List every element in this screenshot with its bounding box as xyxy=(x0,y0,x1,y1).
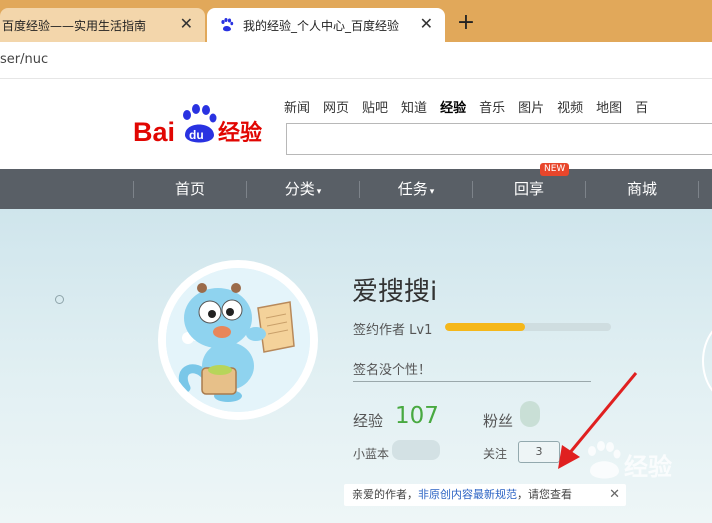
tab-my-jingyan[interactable]: 我的经验_个人中心_百度经验 ✕ xyxy=(207,8,445,42)
notice-prefix: 亲爱的作者， xyxy=(352,488,418,501)
fans-label: 粉丝 xyxy=(483,412,514,430)
exp-label: 经验 xyxy=(353,412,384,430)
topnav-item[interactable]: 地图 xyxy=(596,97,622,116)
baidu-jingyan-logo[interactable]: Bai du 经验 xyxy=(133,101,273,151)
nav-item-tasks[interactable]: 任务 ▾ xyxy=(360,169,472,209)
notice-link[interactable]: 非原创内容最新规范 xyxy=(418,488,517,501)
topnav-item[interactable]: 贴吧 xyxy=(362,97,388,116)
topnav-item[interactable]: 音乐 xyxy=(479,97,505,116)
svg-text:经验: 经验 xyxy=(218,120,262,146)
svg-text:经验: 经验 xyxy=(624,453,672,481)
topnav-item[interactable]: 视频 xyxy=(557,97,583,116)
topnav-item[interactable]: 百 xyxy=(635,97,648,116)
profile-panel: 爱搜搜i 签约作者 Lv1 签名没个性！ 经验 107 粉丝 小蓝本 关注 3 … xyxy=(0,209,712,523)
topnav-item[interactable]: 图片 xyxy=(518,97,544,116)
mascot-illustration xyxy=(166,268,310,412)
baidu-jingyan-watermark: 经验 xyxy=(588,441,672,481)
new-badge: NEW xyxy=(540,163,570,176)
nav-label: 商城 xyxy=(626,180,657,198)
follow-label: 关注 xyxy=(483,447,508,461)
avatar[interactable] xyxy=(158,260,318,420)
decor-arc xyxy=(702,319,712,403)
nav-label: 首页 xyxy=(174,180,205,198)
top-product-nav: 新闻 网页 贴吧 知道 经验 音乐 图片 视频 地图百 xyxy=(284,97,661,116)
close-tab-icon[interactable]: ✕ xyxy=(420,16,433,32)
tab-title: 我的经验_个人中心_百度经验 xyxy=(243,18,400,33)
author-level: 签约作者 Lv1 xyxy=(353,323,433,338)
browser-tab-strip: 百度经验——实用生活指南 ✕ 我的经验_个人中心_百度经验 ✕ + xyxy=(0,0,712,42)
search-input[interactable] xyxy=(286,123,712,155)
topnav-item[interactable]: 知道 xyxy=(401,97,427,116)
exp-value[interactable]: 107 xyxy=(395,403,439,429)
main-nav: 首页 分类 ▾ 任务 ▾ 回享 商城 xyxy=(0,169,712,209)
nav-item-category[interactable]: 分类 ▾ xyxy=(247,169,359,209)
address-text[interactable]: ser/nuc xyxy=(0,52,48,67)
topnav-item[interactable]: 经验 xyxy=(440,97,466,116)
svg-text:du: du xyxy=(189,128,204,142)
site-header: Bai du 经验 新闻 网页 贴吧 知道 经验 音乐 图片 视频 地图百 xyxy=(0,79,712,169)
level-progress-bar xyxy=(445,323,611,331)
new-tab-button[interactable]: + xyxy=(456,11,476,35)
tab-baidu-jingyan-home[interactable]: 百度经验——实用生活指南 ✕ xyxy=(0,8,205,42)
notice-suffix: ，请您查看 xyxy=(517,488,572,501)
nav-item-home[interactable]: 首页 xyxy=(134,169,246,209)
close-tab-icon[interactable]: ✕ xyxy=(180,16,193,32)
nav-divider xyxy=(698,181,699,198)
fans-value-redacted[interactable] xyxy=(520,401,540,427)
topnav-item[interactable]: 网页 xyxy=(323,97,349,116)
baidu-paw-icon xyxy=(221,18,234,32)
blue-book-label: 小蓝本 xyxy=(353,447,390,461)
level-progress-fill xyxy=(445,323,525,331)
address-bar[interactable]: ser/nuc xyxy=(0,42,712,79)
nav-label: 回享 xyxy=(513,180,544,198)
nav-item-mall[interactable]: 商城 xyxy=(586,169,698,209)
chevron-down-icon: ▾ xyxy=(429,187,435,197)
blue-book-value-redacted[interactable] xyxy=(392,440,440,460)
signature-text[interactable]: 签名没个性！ xyxy=(353,359,431,378)
username: 爱搜搜i xyxy=(352,277,438,307)
svg-text:Bai: Bai xyxy=(133,117,175,147)
nav-label: 分类 xyxy=(284,180,315,198)
decor-circle xyxy=(55,295,64,304)
avatar-image xyxy=(166,268,310,412)
chevron-down-icon: ▾ xyxy=(316,187,322,197)
topnav-item[interactable]: 新闻 xyxy=(284,97,310,116)
nav-label: 任务 xyxy=(397,180,428,198)
tab-title: 百度经验——实用生活指南 xyxy=(2,18,147,33)
